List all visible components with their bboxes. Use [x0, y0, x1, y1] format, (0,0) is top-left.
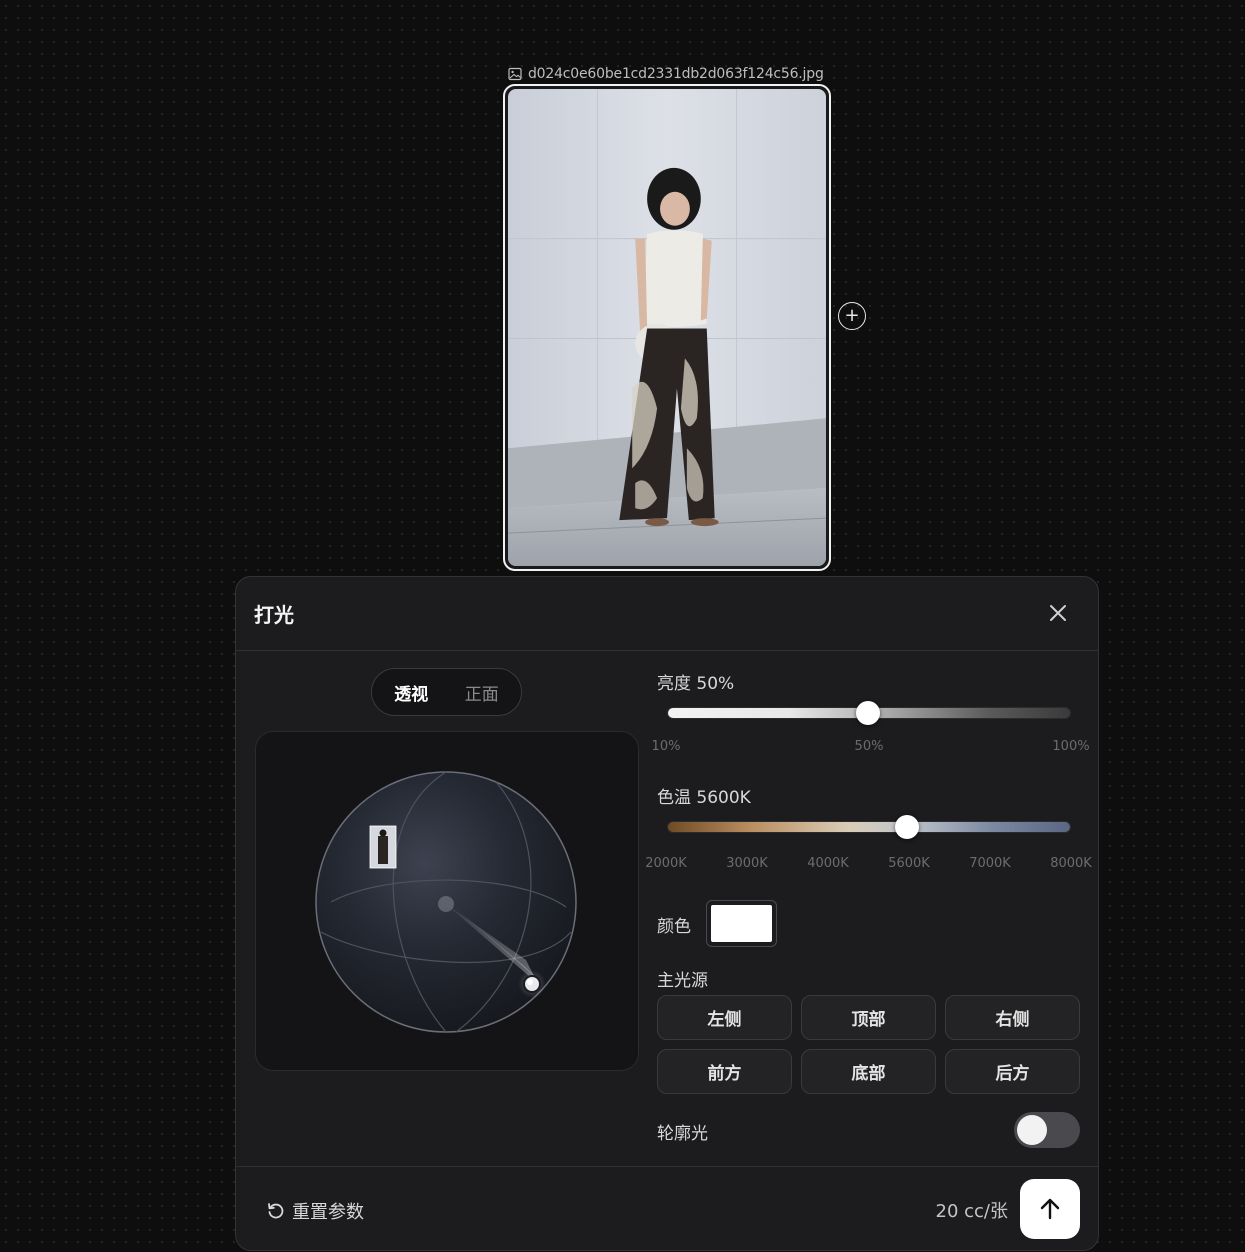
color-temperature-slider-track[interactable]	[667, 821, 1071, 833]
file-name-label: d024c0e60be1cd2331db2d063f124c56.jpg	[508, 64, 824, 84]
cost-label: 20 cc/张	[935, 1201, 1008, 1222]
lighting-panel: 打光 透视 正面 亮度 50% 10% 50% 100% 色温 5600K 20…	[235, 576, 1099, 1251]
image-node-card[interactable]	[503, 84, 831, 571]
file-name-text: d024c0e60be1cd2331db2d063f124c56.jpg	[528, 66, 824, 82]
image-icon	[508, 67, 522, 81]
brightness-max-label: 100%	[1052, 739, 1090, 754]
main-light-options: 左侧 顶部 右侧 前方 底部 后方	[657, 995, 1080, 1094]
panel-footer: 重置参数 20 cc/张	[236, 1166, 1098, 1250]
temp-tick: 8000K	[1050, 856, 1092, 871]
color-label: 颜色	[657, 917, 691, 937]
reset-params-button[interactable]: 重置参数	[266, 1198, 364, 1224]
reset-params-label: 重置参数	[292, 1202, 364, 1223]
tab-perspective[interactable]: 透视	[376, 680, 447, 705]
submit-button[interactable]	[1020, 1179, 1080, 1239]
color-temperature-label: 色温 5600K	[657, 788, 751, 808]
brightness-mid-label: 50%	[854, 739, 884, 754]
temp-tick: 3000K	[726, 856, 768, 871]
light-sphere-preview[interactable]	[255, 731, 639, 1071]
light-top-button[interactable]: 顶部	[801, 995, 936, 1040]
close-icon[interactable]	[1046, 601, 1070, 625]
color-swatch-fill	[711, 905, 772, 942]
light-sphere-graphic	[315, 771, 577, 1033]
light-right-button[interactable]: 右侧	[945, 995, 1080, 1040]
light-bottom-button[interactable]: 底部	[801, 1049, 936, 1094]
reset-icon	[268, 1203, 284, 1219]
photo-thumbnail	[508, 89, 826, 566]
main-light-label: 主光源	[657, 971, 708, 991]
color-temperature-slider-thumb[interactable]	[895, 815, 919, 839]
temp-tick: 5600K	[888, 856, 930, 871]
temp-tick: 4000K	[807, 856, 849, 871]
tab-front[interactable]: 正面	[447, 680, 518, 705]
light-front-button[interactable]: 前方	[657, 1049, 792, 1094]
temp-tick: 2000K	[645, 856, 687, 871]
arrow-up-icon	[1040, 1198, 1060, 1220]
panel-title: 打光	[254, 603, 294, 627]
view-mode-toggle: 透视 正面	[371, 668, 522, 716]
temp-tick: 7000K	[969, 856, 1011, 871]
light-left-button[interactable]: 左侧	[657, 995, 792, 1040]
panel-header: 打光	[236, 577, 1098, 651]
brightness-min-label: 10%	[651, 739, 681, 754]
color-swatch-button[interactable]	[706, 900, 777, 947]
rim-light-label: 轮廓光	[657, 1124, 708, 1144]
toggle-knob	[1017, 1115, 1047, 1145]
brightness-label: 亮度 50%	[657, 674, 735, 694]
rim-light-toggle[interactable]	[1014, 1112, 1080, 1148]
plus-icon: +	[844, 305, 860, 326]
add-node-button[interactable]: +	[838, 302, 866, 330]
light-back-button[interactable]: 后方	[945, 1049, 1080, 1094]
brightness-slider-thumb[interactable]	[856, 701, 880, 725]
